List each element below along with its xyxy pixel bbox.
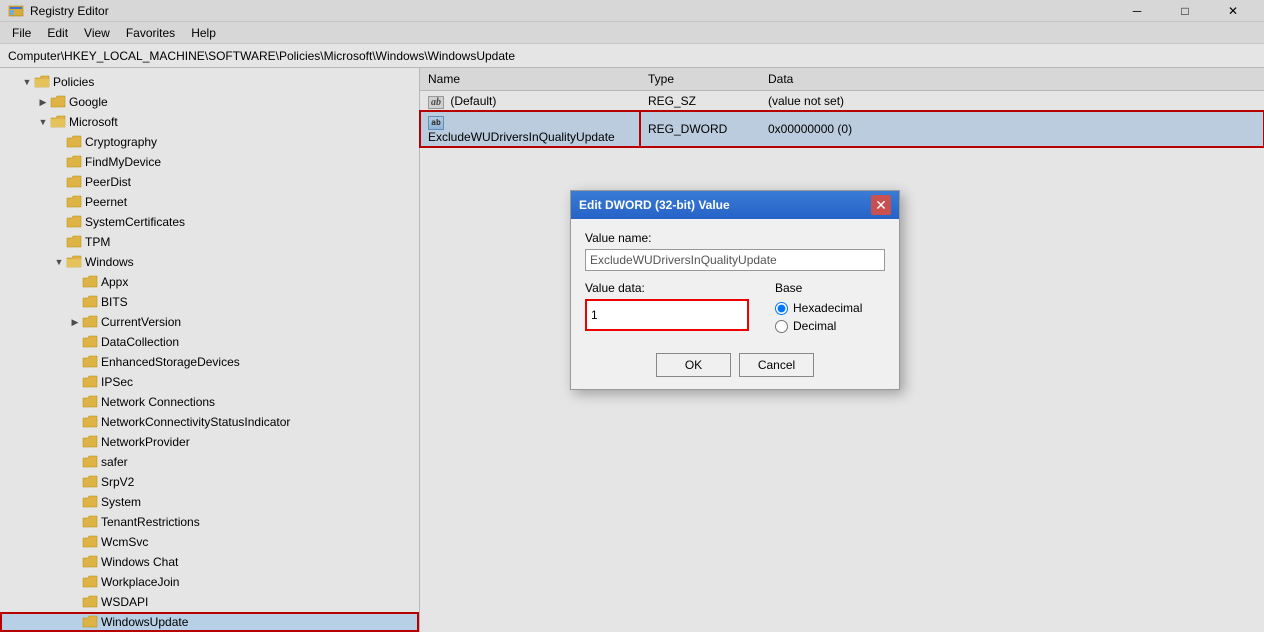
radio-hexadecimal-input[interactable] <box>775 302 788 315</box>
dialog-close-button[interactable]: ✕ <box>871 195 891 215</box>
dialog-body: Value name: Value data: Base Hexadecimal <box>571 219 899 389</box>
dialog-titlebar: Edit DWORD (32-bit) Value ✕ <box>571 191 899 219</box>
radio-decimal[interactable]: Decimal <box>775 319 885 333</box>
modal-input-row: Value data: Base Hexadecimal Decimal <box>585 281 885 337</box>
value-data-input[interactable] <box>587 301 747 329</box>
radio-decimal-input[interactable] <box>775 320 788 333</box>
ok-button[interactable]: OK <box>656 353 731 377</box>
dialog-buttons: OK Cancel <box>585 353 885 377</box>
value-name-label: Value name: <box>585 231 885 245</box>
modal-base-section: Base Hexadecimal Decimal <box>775 281 885 337</box>
value-data-wrapper <box>585 299 749 331</box>
value-data-label: Value data: <box>585 281 765 295</box>
radio-hexadecimal[interactable]: Hexadecimal <box>775 301 885 315</box>
dialog-title: Edit DWORD (32-bit) Value <box>579 198 730 212</box>
modal-data-section: Value data: <box>585 281 765 331</box>
radio-decimal-label: Decimal <box>793 319 836 333</box>
cancel-button[interactable]: Cancel <box>739 353 814 377</box>
base-title: Base <box>775 281 885 295</box>
edit-dword-dialog: Edit DWORD (32-bit) Value ✕ Value name: … <box>570 190 900 390</box>
modal-overlay: Edit DWORD (32-bit) Value ✕ Value name: … <box>0 0 1264 632</box>
radio-hexadecimal-label: Hexadecimal <box>793 301 862 315</box>
value-name-input[interactable] <box>585 249 885 271</box>
